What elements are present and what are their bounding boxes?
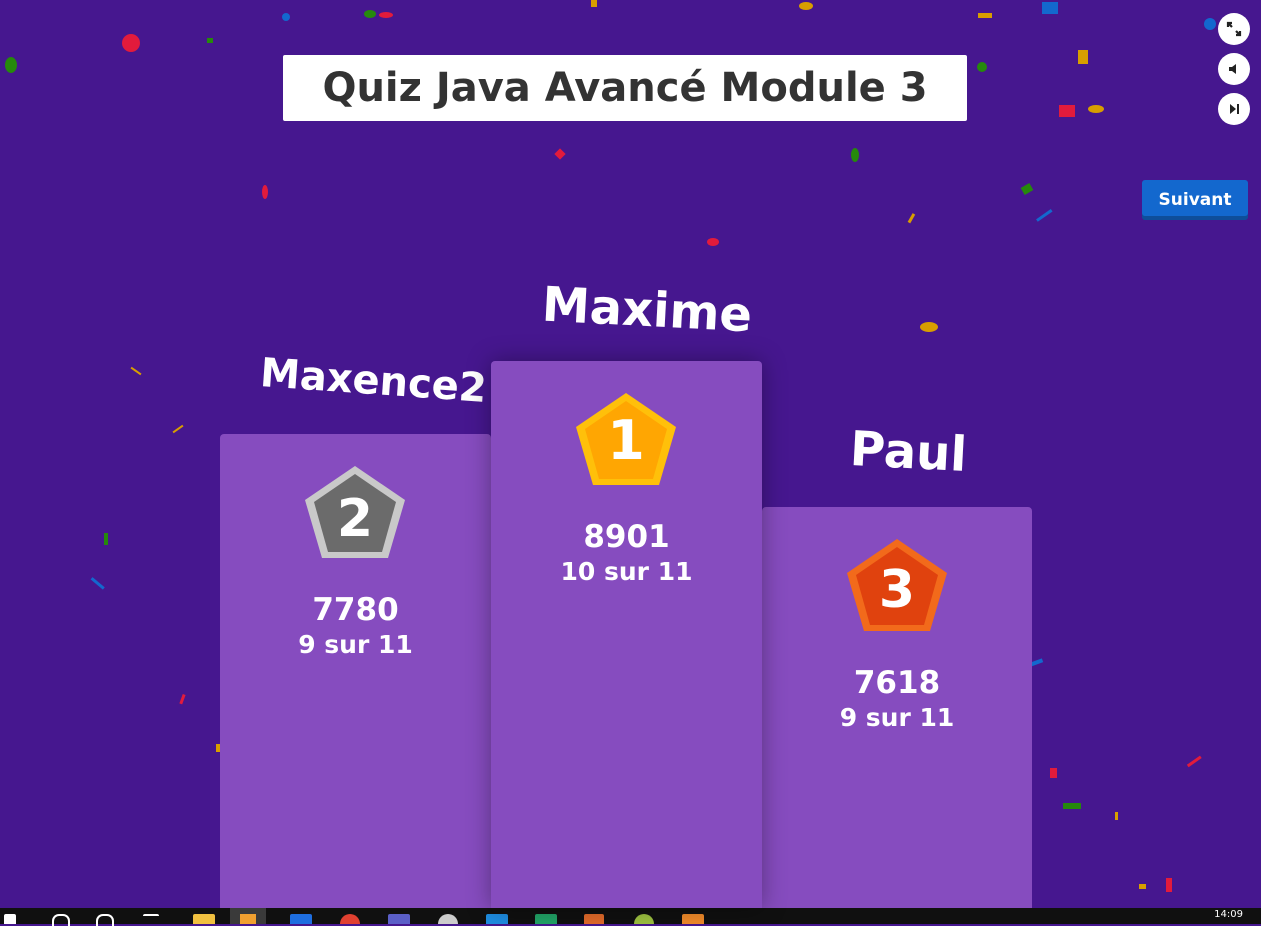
taskbar-clock: 14:09 [1214, 909, 1243, 920]
app-icon-2[interactable] [682, 914, 704, 924]
third-place-name: Paul [848, 420, 969, 484]
podium-second: 2 7780 9 sur 11 [220, 434, 491, 908]
first-correct-answers: 10 sur 11 [560, 557, 693, 586]
volume-icon [1229, 64, 1236, 74]
skip-button[interactable] [1218, 93, 1250, 125]
settings-icon[interactable] [438, 914, 458, 924]
mail-icon[interactable] [290, 914, 312, 924]
third-correct-answers: 9 sur 11 [839, 703, 955, 732]
file-explorer-icon[interactable] [193, 914, 215, 924]
taskbar-active-app[interactable] [230, 908, 266, 924]
silver-medal-icon: 2 [305, 466, 405, 558]
spreadsheet-icon[interactable] [535, 914, 557, 924]
teams-icon[interactable] [388, 914, 410, 924]
start-icon[interactable] [4, 914, 16, 924]
browser-icon[interactable] [340, 914, 360, 924]
first-place-name: Maxime [540, 276, 754, 344]
app-icon[interactable] [634, 914, 654, 924]
next-button[interactable]: Suivant [1142, 180, 1248, 220]
third-score: 7618 [853, 665, 941, 701]
task-view-icon[interactable] [143, 914, 159, 926]
gold-medal-icon: 1 [576, 393, 676, 485]
podium-third: 3 7618 9 sur 11 [762, 507, 1032, 908]
outlook-icon[interactable] [486, 914, 508, 924]
cortana-icon[interactable] [96, 914, 114, 926]
bronze-medal-icon: 3 [847, 539, 947, 631]
first-rank-number: 1 [607, 409, 645, 472]
second-correct-answers: 9 sur 11 [298, 630, 413, 659]
volume-button[interactable] [1218, 53, 1250, 85]
first-score: 8901 [583, 519, 670, 555]
second-score: 7780 [312, 592, 399, 628]
second-rank-number: 2 [337, 489, 373, 549]
podium-first: 1 8901 10 sur 11 [491, 361, 762, 908]
fullscreen-icon [1226, 21, 1242, 37]
search-icon[interactable] [52, 914, 70, 926]
skip-icon [1230, 104, 1239, 114]
quiz-title-banner: Quiz Java Avancé Module 3 [283, 55, 967, 121]
fullscreen-button[interactable] [1218, 13, 1250, 45]
presentation-icon[interactable] [584, 914, 604, 924]
third-rank-number: 3 [879, 560, 915, 620]
os-taskbar: 14:09 [0, 908, 1261, 926]
quiz-title: Quiz Java Avancé Module 3 [322, 65, 928, 111]
second-place-name: Maxence2 [258, 350, 489, 412]
